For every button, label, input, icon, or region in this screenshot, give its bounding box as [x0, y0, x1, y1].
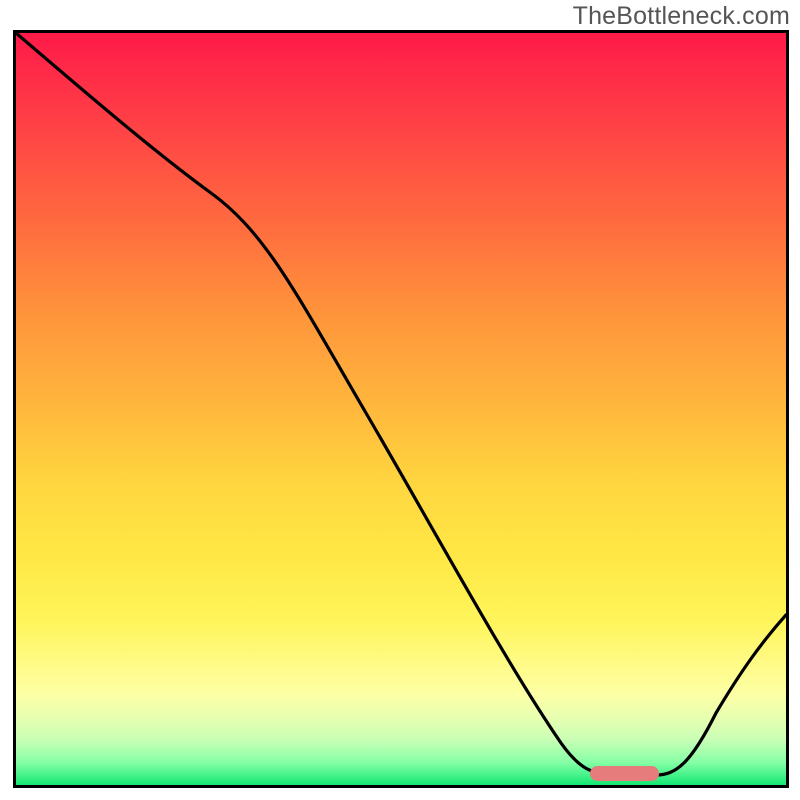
curve-path	[16, 33, 786, 775]
chart-root: TheBottleneck.com	[0, 0, 800, 800]
bottleneck-curve	[16, 33, 786, 785]
plot-area	[13, 30, 789, 788]
optimal-range-marker	[590, 766, 659, 781]
watermark-text: TheBottleneck.com	[573, 2, 790, 31]
